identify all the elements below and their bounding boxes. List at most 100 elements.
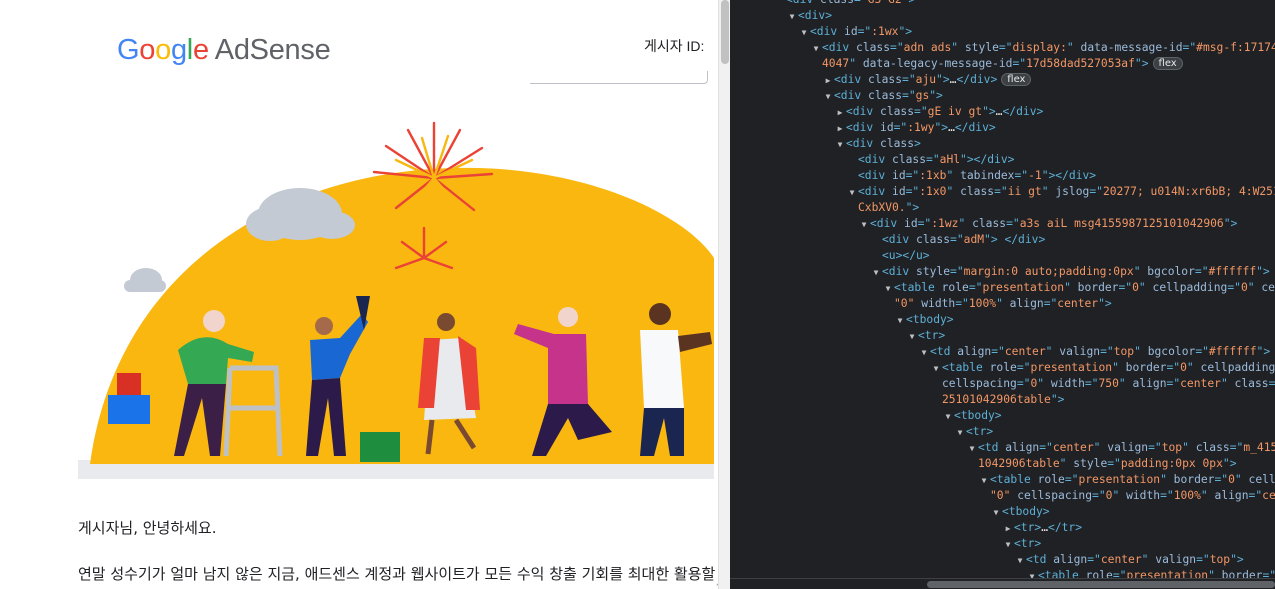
flex-badge[interactable]: flex (1001, 73, 1032, 86)
devtools-horizontal-scrollbar[interactable] (730, 578, 1275, 589)
expand-arrow-icon[interactable]: ▼ (966, 441, 978, 457)
dom-token: =" (1016, 361, 1031, 374)
dom-token: :1xb (919, 169, 947, 182)
dom-token: valign (1059, 345, 1101, 358)
dom-node-line[interactable]: <div class="aHl"></div> (730, 152, 1275, 168)
collapse-arrow-icon[interactable]: ▶ (822, 73, 834, 89)
dom-token: 17d58dad527053af (1026, 57, 1135, 70)
dom-node-line[interactable]: 1042906table" style="padding:0px 0px"> (730, 456, 1275, 472)
dom-token: class (868, 89, 903, 102)
dom-node-line[interactable]: ▼ <td align="center" valign="top"> (730, 552, 1275, 568)
expand-arrow-icon[interactable]: ▼ (846, 185, 858, 201)
dom-node-line[interactable]: ▼ <td align="center" valign="top" bgcolor… (730, 344, 1275, 360)
dom-token: center (1057, 297, 1099, 310)
dom-token: presentation (1078, 473, 1161, 486)
dom-token: <div (810, 25, 845, 38)
dom-token: "></div> (960, 153, 1015, 166)
expand-arrow-icon[interactable]: ▼ (786, 9, 798, 25)
dom-token: align (1214, 489, 1249, 502)
dom-node-line[interactable]: ▼ <tbody> (730, 408, 1275, 424)
dom-node-line[interactable]: ▶ <div class="aju">…</div> flex (730, 72, 1275, 88)
dom-node-line[interactable]: ▼ <div id=":1wz" class="a3s aiL msg415598… (730, 216, 1275, 232)
dom-token: style (916, 265, 951, 278)
dom-token: class (1234, 377, 1269, 390)
expand-arrow-icon[interactable]: ▼ (798, 25, 810, 41)
dom-node-line[interactable]: ▼ <tbody> (730, 312, 1275, 328)
expand-arrow-icon[interactable]: ▼ (978, 473, 990, 489)
dom-node-line[interactable]: ▼ <tr> (730, 424, 1275, 440)
email-greeting: 게시자님, 안녕하세요. (78, 519, 217, 537)
dom-node-line[interactable]: <div class="G3 G2"> (730, 0, 1275, 8)
dom-token: " (1247, 281, 1262, 294)
expand-arrow-icon[interactable]: ▼ (810, 41, 822, 57)
dom-node-line[interactable]: ▼ <div> (730, 8, 1275, 24)
dom-node-line[interactable]: ▶ <div class="gE iv gt">…</div> (730, 104, 1275, 120)
dom-token: " (958, 217, 973, 230)
expand-arrow-icon[interactable]: ▼ (906, 329, 918, 345)
dom-token: " (1138, 281, 1153, 294)
dom-node-line[interactable]: ▼ <div style="margin:0 auto;padding:0px" … (730, 264, 1275, 280)
dom-token: =" (893, 121, 908, 134)
dom-node-line[interactable]: ▼ <div class> (730, 136, 1275, 152)
email-scrollbar[interactable] (718, 0, 730, 589)
dom-node-line[interactable]: cellspacing="0" width="750" align="cente… (730, 376, 1275, 392)
dom-token: <div (858, 185, 893, 198)
dom-token: "> (1222, 457, 1237, 470)
dom-token: top (1161, 441, 1183, 454)
dom-node-line[interactable]: ▶ <div id=":1wy">…</div> (730, 120, 1275, 136)
dom-token: aHl (939, 153, 961, 166)
dom-node-line[interactable]: ▼ <div id=":1x0" class="ii gt" jslog="202… (730, 184, 1275, 200)
expand-arrow-icon[interactable]: ▼ (930, 361, 942, 377)
dom-token: </div> (956, 73, 998, 86)
dom-node-line[interactable]: ▼ <table role="presentation" border="0" c… (730, 360, 1275, 376)
dom-node-line[interactable]: CxbXV0."> (730, 200, 1275, 216)
dom-token: border (1125, 361, 1167, 374)
collapse-arrow-icon[interactable]: ▶ (834, 121, 846, 137)
email-scroll-thumb[interactable] (721, 0, 729, 64)
dom-node-line[interactable]: ▶ <tr>…</tr> (730, 520, 1275, 536)
dom-node-line[interactable]: <div class="adM"> </div> (730, 232, 1275, 248)
dom-node-line[interactable]: ▼ <table role="presentation" border="0" c… (730, 472, 1275, 488)
expand-arrow-icon[interactable]: ▼ (822, 89, 834, 105)
dom-node-line[interactable]: "0" width="100%" align="center"> (730, 296, 1275, 312)
dom-node-line[interactable]: ▼ <td align="center" valign="top" class="… (730, 440, 1275, 456)
dom-node-line[interactable]: ▼ <div id=":1wx"> (730, 24, 1275, 40)
dom-token: </tr> (1048, 521, 1083, 534)
dom-token: <td (930, 345, 958, 358)
dom-node-line[interactable]: ▼ <div class="adn ads" style="display:" d… (730, 40, 1275, 56)
dom-node-line[interactable]: <div id=":1xb" tabindex="-1"></div> (730, 168, 1275, 184)
expand-arrow-icon[interactable]: ▼ (1002, 537, 1014, 553)
dom-token: a3s aiL msg4155987125101042906 (1019, 217, 1224, 230)
dom-node-line[interactable]: 25101042906table"> (730, 392, 1275, 408)
expand-arrow-icon[interactable]: ▼ (870, 265, 882, 281)
dom-node-line[interactable]: <u></u> (730, 248, 1275, 264)
dom-node-line[interactable]: ▼ <tbody> (730, 504, 1275, 520)
dom-token: =" (1107, 457, 1121, 470)
dom-token: cellpadding (1200, 361, 1275, 374)
dom-token: data-message-id (1080, 41, 1183, 54)
dom-node-line[interactable]: ▼ <div class="gs"> (730, 88, 1275, 104)
dom-node-line[interactable]: ▼ <tr> (730, 328, 1275, 344)
dom-token: class (916, 233, 951, 246)
dom-node-line[interactable]: "0" cellspacing="0" width="100%" align="… (730, 488, 1275, 504)
expand-arrow-icon[interactable]: ▼ (942, 409, 954, 425)
expand-arrow-icon[interactable]: ▼ (954, 425, 966, 441)
devtools-scroll-thumb[interactable] (927, 581, 1275, 588)
cloud-small (124, 268, 166, 292)
dom-token: =" (955, 297, 969, 310)
expand-arrow-icon[interactable]: ▼ (882, 281, 894, 297)
expand-arrow-icon[interactable]: ▼ (1014, 553, 1026, 569)
dom-node-line[interactable]: 4047" data-legacy-message-id="17d58dad52… (730, 56, 1275, 72)
dom-token: id (892, 169, 906, 182)
expand-arrow-icon[interactable]: ▼ (990, 505, 1002, 521)
dom-node-line[interactable]: ▼ <tr> (730, 536, 1275, 552)
expand-arrow-icon[interactable]: ▼ (894, 313, 906, 329)
expand-arrow-icon[interactable]: ▼ (834, 137, 846, 153)
expand-arrow-icon[interactable]: ▼ (918, 345, 930, 361)
expand-arrow-icon[interactable]: ▼ (858, 217, 870, 233)
collapse-arrow-icon[interactable]: ▶ (1002, 521, 1014, 537)
flex-badge[interactable]: flex (1152, 57, 1183, 70)
collapse-arrow-icon[interactable]: ▶ (834, 105, 846, 121)
dom-token: =" (1214, 473, 1229, 486)
dom-node-line[interactable]: ▼ <table role="presentation" border="0" c… (730, 280, 1275, 296)
